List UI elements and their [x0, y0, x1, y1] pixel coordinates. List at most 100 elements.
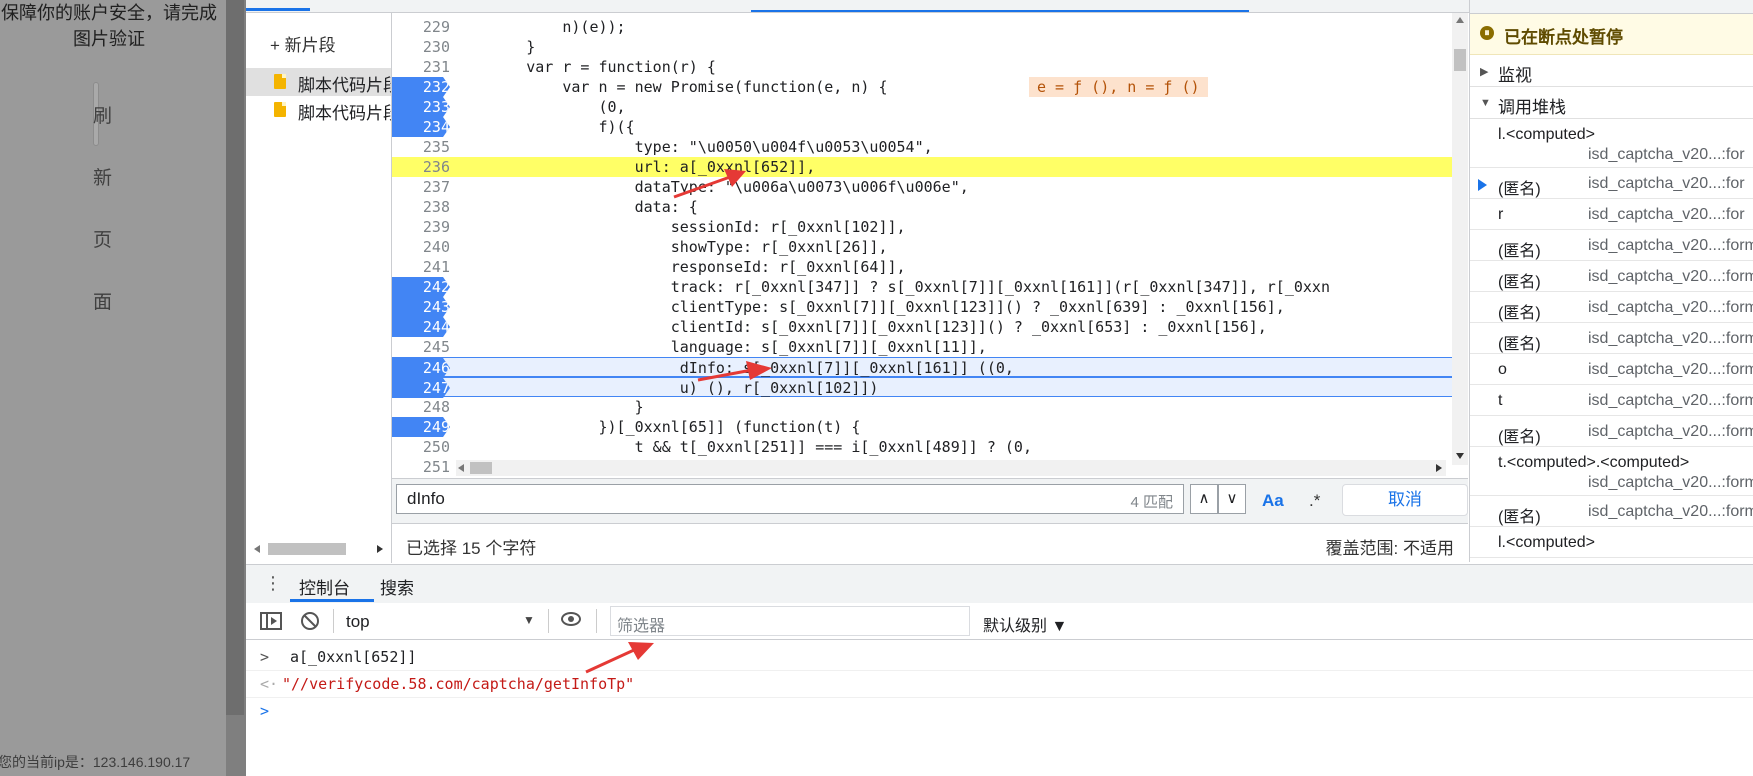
- code-line[interactable]: 248 }: [392, 397, 1452, 417]
- code-editor[interactable]: 229 n)(e)); 230 } 231 var r = function(r) …: [392, 13, 1452, 477]
- call-stack-frame[interactable]: l.<computed>: [1470, 529, 1753, 558]
- code-line[interactable]: 232 var n = new Promise(function(e, n) {: [392, 77, 1452, 97]
- line-number[interactable]: 237: [392, 177, 450, 197]
- snippet-item[interactable]: 脚本代码片段: [246, 68, 391, 96]
- scroll-thumb[interactable]: [226, 0, 244, 715]
- line-number[interactable]: 241: [392, 257, 450, 277]
- chevron-down-icon[interactable]: ▼: [523, 613, 535, 627]
- frame-location[interactable]: isd_captcha_v20...:form: [1588, 392, 1753, 410]
- filter-input[interactable]: 筛选器: [610, 606, 970, 636]
- code-line[interactable]: 234 f)({: [392, 117, 1452, 137]
- line-number[interactable]: 238: [392, 197, 450, 217]
- code-line[interactable]: 237 dataType: "\u006a\u0073\u006f\u006e"…: [392, 177, 1452, 197]
- frame-location[interactable]: isd_captcha_v20...:for: [1588, 175, 1745, 193]
- line-number[interactable]: 236: [392, 157, 450, 177]
- line-number[interactable]: 251: [392, 457, 450, 477]
- watch-section-header[interactable]: ▶ 监视: [1470, 56, 1753, 87]
- scroll-thumb[interactable]: [1454, 49, 1466, 71]
- code-line[interactable]: 243 clientType: s[_0xxnl[7]][_0xxnl[123]…: [392, 297, 1452, 317]
- find-next-button[interactable]: ∨: [1218, 484, 1246, 514]
- breakpoint-line-number[interactable]: 232: [392, 77, 450, 97]
- console-prompt[interactable]: >: [246, 698, 1753, 724]
- code-line[interactable]: 250 t && t[_0xxnl[251]] === i[_0xxnl[489…: [392, 437, 1452, 457]
- line-number[interactable]: 248: [392, 397, 450, 417]
- code-line[interactable]: 236 url: a[_0xxnl[652]],: [392, 157, 1452, 177]
- breakpoint-line-number[interactable]: 234: [392, 117, 450, 137]
- code-line[interactable]: 246 dInfo: s[_0xxnl[7]][_0xxnl[161]] ((0…: [392, 357, 1452, 378]
- frame-location[interactable]: isd_captcha_v20...:form: [1588, 503, 1753, 521]
- refresh-char[interactable]: 页: [93, 225, 112, 252]
- code-line[interactable]: 249 })[_0xxnl[65]] (function(t) {: [392, 417, 1452, 437]
- frame-location[interactable]: isd_captcha_v20...:form: [1588, 423, 1753, 441]
- scroll-left-icon[interactable]: [458, 464, 464, 472]
- line-number[interactable]: 231: [392, 57, 450, 77]
- breakpoint-line-number[interactable]: 244: [392, 317, 450, 337]
- frame-location[interactable]: isd_captcha_v20...:form: [1588, 361, 1753, 379]
- regex-button[interactable]: .*: [1309, 491, 1320, 511]
- scroll-up-icon[interactable]: [1456, 17, 1464, 23]
- page-scrollbar[interactable]: [226, 0, 246, 776]
- breakpoint-line-number[interactable]: 249: [392, 417, 450, 437]
- line-number[interactable]: 245: [392, 337, 450, 357]
- frame-location[interactable]: isd_captcha_v20...:for: [1588, 206, 1745, 224]
- call-stack-frame[interactable]: t.<computed>.<computed> isd_captcha_v20..…: [1470, 449, 1753, 496]
- tab-search[interactable]: 搜索: [380, 574, 414, 599]
- refresh-char[interactable]: 面: [93, 287, 112, 314]
- clear-console-icon[interactable]: [300, 611, 320, 631]
- sidebar-toggle-icon[interactable]: [260, 611, 282, 631]
- code-line[interactable]: 242 track: r[_0xxnl[347]] ? s[_0xxnl[7]]…: [392, 277, 1452, 297]
- code-line[interactable]: 244 clientId: s[_0xxnl[7]][_0xxnl[123]](…: [392, 317, 1452, 337]
- frame-location[interactable]: isd_captcha_v20...:form: [1588, 268, 1753, 286]
- context-select[interactable]: top: [346, 612, 370, 632]
- call-stack-frame[interactable]: (匿名) isd_captcha_v20...:form: [1470, 294, 1753, 323]
- line-number[interactable]: 240: [392, 237, 450, 257]
- scroll-down-icon[interactable]: [1456, 453, 1464, 459]
- match-case-button[interactable]: Aa: [1262, 491, 1284, 511]
- eye-icon[interactable]: [561, 612, 581, 626]
- snippet-item[interactable]: 脚本代码片段: [246, 96, 391, 124]
- cancel-button[interactable]: 取消: [1342, 484, 1468, 516]
- more-options-icon[interactable]: ⋮: [264, 573, 282, 594]
- editor-hscrollbar[interactable]: [456, 460, 1446, 476]
- scroll-thumb[interactable]: [268, 543, 346, 555]
- code-line[interactable]: 240 showType: r[_0xxnl[26]],: [392, 237, 1452, 257]
- scroll-right-icon[interactable]: [1436, 464, 1442, 472]
- code-line[interactable]: 231 var r = function(r) {: [392, 57, 1452, 77]
- frame-location[interactable]: isd_captcha_v20...:form: [1588, 299, 1753, 317]
- call-stack-frame[interactable]: o isd_captcha_v20...:form: [1470, 356, 1753, 385]
- refresh-char[interactable]: 新: [93, 163, 112, 190]
- tab-console[interactable]: 控制台: [299, 574, 350, 599]
- call-stack-frame[interactable]: l.<computed> isd_captcha_v20...:for: [1470, 121, 1753, 168]
- call-stack-frame[interactable]: (匿名) isd_captcha_v20...:form: [1470, 325, 1753, 354]
- breakpoint-line-number[interactable]: 233: [392, 97, 450, 117]
- call-stack-frame[interactable]: (匿名) isd_captcha_v20...:for: [1470, 170, 1753, 199]
- code-line[interactable]: 233 (0,: [392, 97, 1452, 117]
- log-level-select[interactable]: 默认级别 ▼: [983, 612, 1067, 636]
- code-line[interactable]: 235 type: "\u0050\u004f\u0053\u0054",: [392, 137, 1452, 157]
- frame-location[interactable]: isd_captcha_v20...:form: [1588, 237, 1753, 255]
- line-number[interactable]: 229: [392, 17, 450, 37]
- find-previous-button[interactable]: ∧: [1190, 484, 1218, 514]
- call-stack-frame[interactable]: (匿名) isd_captcha_v20...:form: [1470, 418, 1753, 447]
- call-stack-frame[interactable]: r isd_captcha_v20...:for: [1470, 201, 1753, 230]
- code-line[interactable]: 238 data: {: [392, 197, 1452, 217]
- breakpoint-line-number[interactable]: 247: [392, 378, 450, 398]
- code-line[interactable]: 239 sessionId: r[_0xxnl[102]],: [392, 217, 1452, 237]
- refresh-char[interactable]: 刷: [93, 101, 112, 128]
- line-number[interactable]: 239: [392, 217, 450, 237]
- scroll-right-icon[interactable]: [377, 545, 383, 553]
- code-line[interactable]: 245 language: s[_0xxnl[7]][_0xxnl[11]],: [392, 337, 1452, 357]
- sidebar-hscrollbar[interactable]: [246, 541, 391, 557]
- scroll-left-icon[interactable]: [254, 545, 260, 553]
- code-line[interactable]: 247 u) (), r[_0xxnl[102]]): [392, 377, 1452, 398]
- call-stack-section-header[interactable]: ▼ 调用堆栈: [1470, 88, 1753, 119]
- new-snippet-button[interactable]: + 新片段: [270, 31, 336, 56]
- coverage-info[interactable]: 覆盖范围: 不适用: [1326, 534, 1454, 559]
- editor-vscrollbar[interactable]: [1452, 13, 1468, 465]
- code-line[interactable]: 230 }: [392, 37, 1452, 57]
- find-input[interactable]: dInfo 4 匹配: [396, 484, 1184, 514]
- breakpoint-line-number[interactable]: 242: [392, 277, 450, 297]
- code-line[interactable]: 229 n)(e));: [392, 17, 1452, 37]
- line-number[interactable]: 250: [392, 437, 450, 457]
- call-stack-frame[interactable]: (匿名) isd_captcha_v20...:form: [1470, 232, 1753, 261]
